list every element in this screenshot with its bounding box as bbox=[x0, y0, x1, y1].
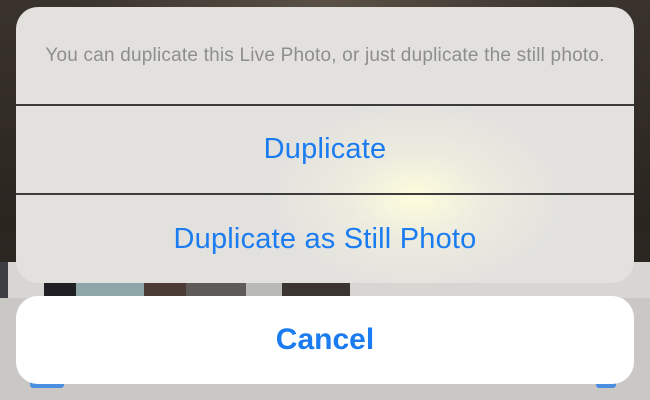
duplicate-button[interactable]: Duplicate bbox=[16, 105, 634, 193]
photos-screen: You can duplicate this Live Photo, or ju… bbox=[0, 0, 650, 400]
cancel-button[interactable]: Cancel bbox=[16, 296, 634, 384]
thumbnail bbox=[0, 262, 8, 298]
duplicate-as-still-photo-button[interactable]: Duplicate as Still Photo bbox=[16, 195, 634, 283]
action-sheet: You can duplicate this Live Photo, or ju… bbox=[16, 7, 634, 283]
action-sheet-message: You can duplicate this Live Photo, or ju… bbox=[16, 7, 634, 104]
action-sheet-message-text: You can duplicate this Live Photo, or ju… bbox=[45, 45, 605, 66]
